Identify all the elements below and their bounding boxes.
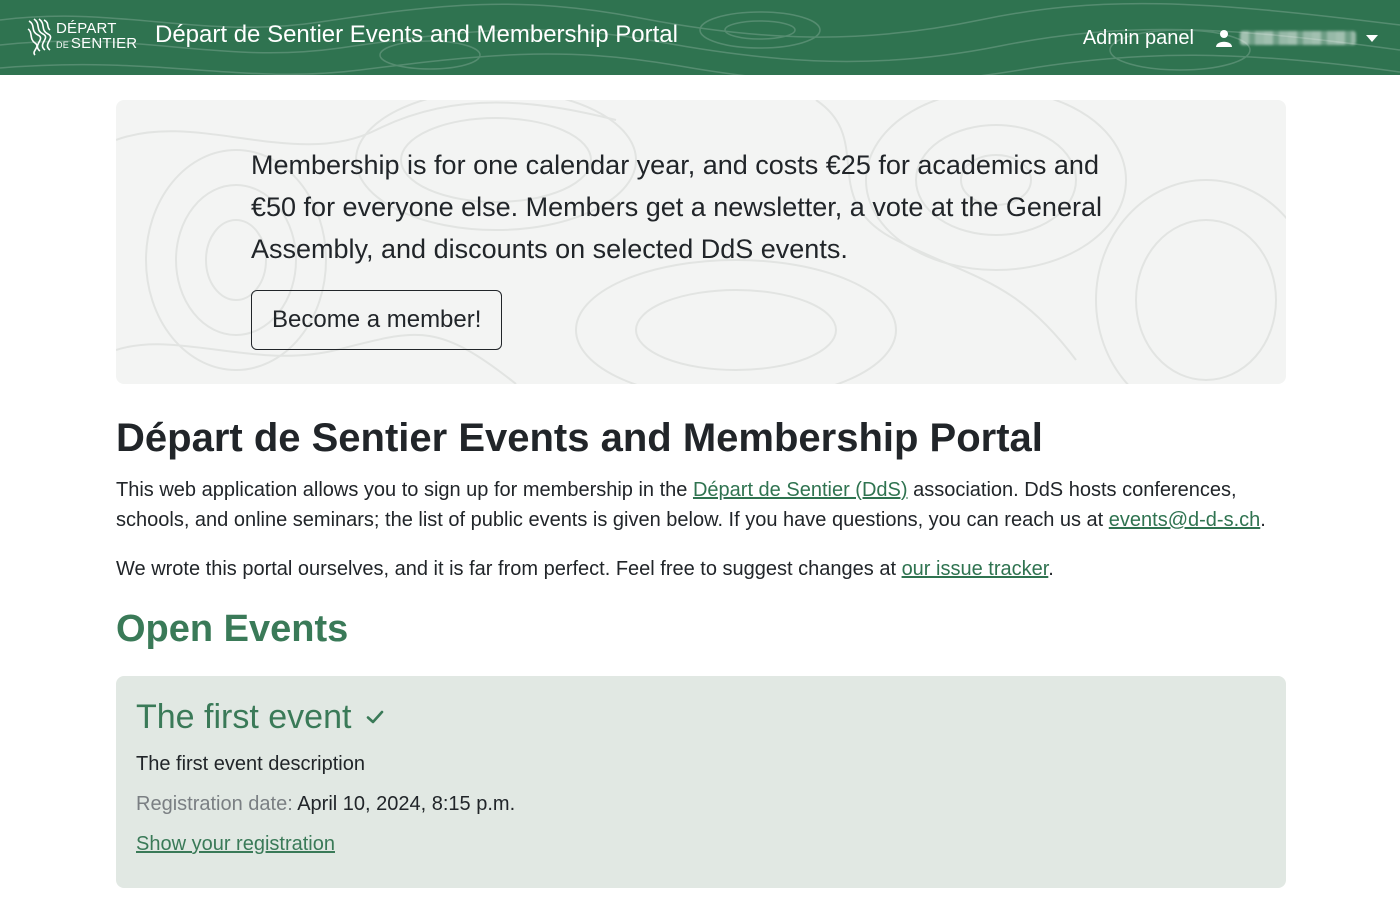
logo-text: DÉPART DE SENTIER	[56, 21, 137, 53]
dds-website-link[interactable]: Départ de Sentier (DdS)	[693, 479, 908, 501]
intro-text-3: .	[1260, 509, 1266, 531]
membership-info-text: Membership is for one calendar year, and…	[251, 150, 1102, 264]
intro-text-1: This web application allows you to sign …	[116, 479, 693, 501]
hero-content: Membership is for one calendar year, and…	[251, 144, 1151, 350]
main-container: Membership is for one calendar year, and…	[116, 100, 1286, 888]
navbar-title[interactable]: Départ de Sentier Events and Membership …	[155, 20, 678, 50]
logo-line-2-small: DE	[56, 40, 69, 50]
logo-line-2-text: SENTIER	[70, 35, 138, 52]
show-registration-link[interactable]: Show your registration	[136, 830, 335, 858]
feedback-text-2: .	[1048, 558, 1054, 580]
membership-hero: Membership is for one calendar year, and…	[116, 100, 1286, 384]
become-member-button[interactable]: Become a member!	[251, 290, 503, 350]
feedback-text-1: We wrote this portal ourselves, and it i…	[116, 558, 902, 580]
navbar-right: Admin panel	[1083, 25, 1378, 51]
contact-email-link[interactable]: events@d-d-s.ch	[1109, 509, 1260, 531]
admin-panel-link[interactable]: Admin panel	[1083, 25, 1194, 51]
event-description: The first event description	[136, 753, 365, 775]
top-navbar: DÉPART DE SENTIER Départ de Sentier Event…	[0, 0, 1400, 75]
user-icon	[1216, 30, 1232, 47]
page-title: Départ de Sentier Events and Membership …	[116, 416, 1043, 460]
brand-logo[interactable]: DÉPART DE SENTIER	[26, 17, 137, 57]
registration-date-label: Registration date:	[136, 793, 293, 815]
caret-down-icon	[1366, 34, 1378, 42]
feedback-paragraph: We wrote this portal ourselves, and it i…	[116, 554, 1286, 584]
logo-line-2: DE SENTIER	[56, 36, 137, 53]
event-card: The first event The first event descript…	[116, 676, 1286, 888]
dds-logo-icon	[27, 18, 52, 56]
open-events-heading: Open Events	[116, 608, 349, 650]
username-redacted	[1240, 31, 1356, 45]
issue-tracker-link[interactable]: our issue tracker	[902, 558, 1049, 580]
logo-line-1: DÉPART	[56, 20, 117, 37]
event-title: The first event	[136, 698, 352, 736]
event-registration-date: Registration date: April 10, 2024, 8:15 …	[136, 790, 1266, 818]
check-icon	[367, 710, 384, 724]
user-menu-toggle[interactable]	[1216, 29, 1378, 47]
intro-paragraph: This web application allows you to sign …	[116, 475, 1286, 535]
registration-date-value: April 10, 2024, 8:15 p.m.	[297, 793, 516, 815]
event-title-row: The first event	[136, 696, 1266, 738]
